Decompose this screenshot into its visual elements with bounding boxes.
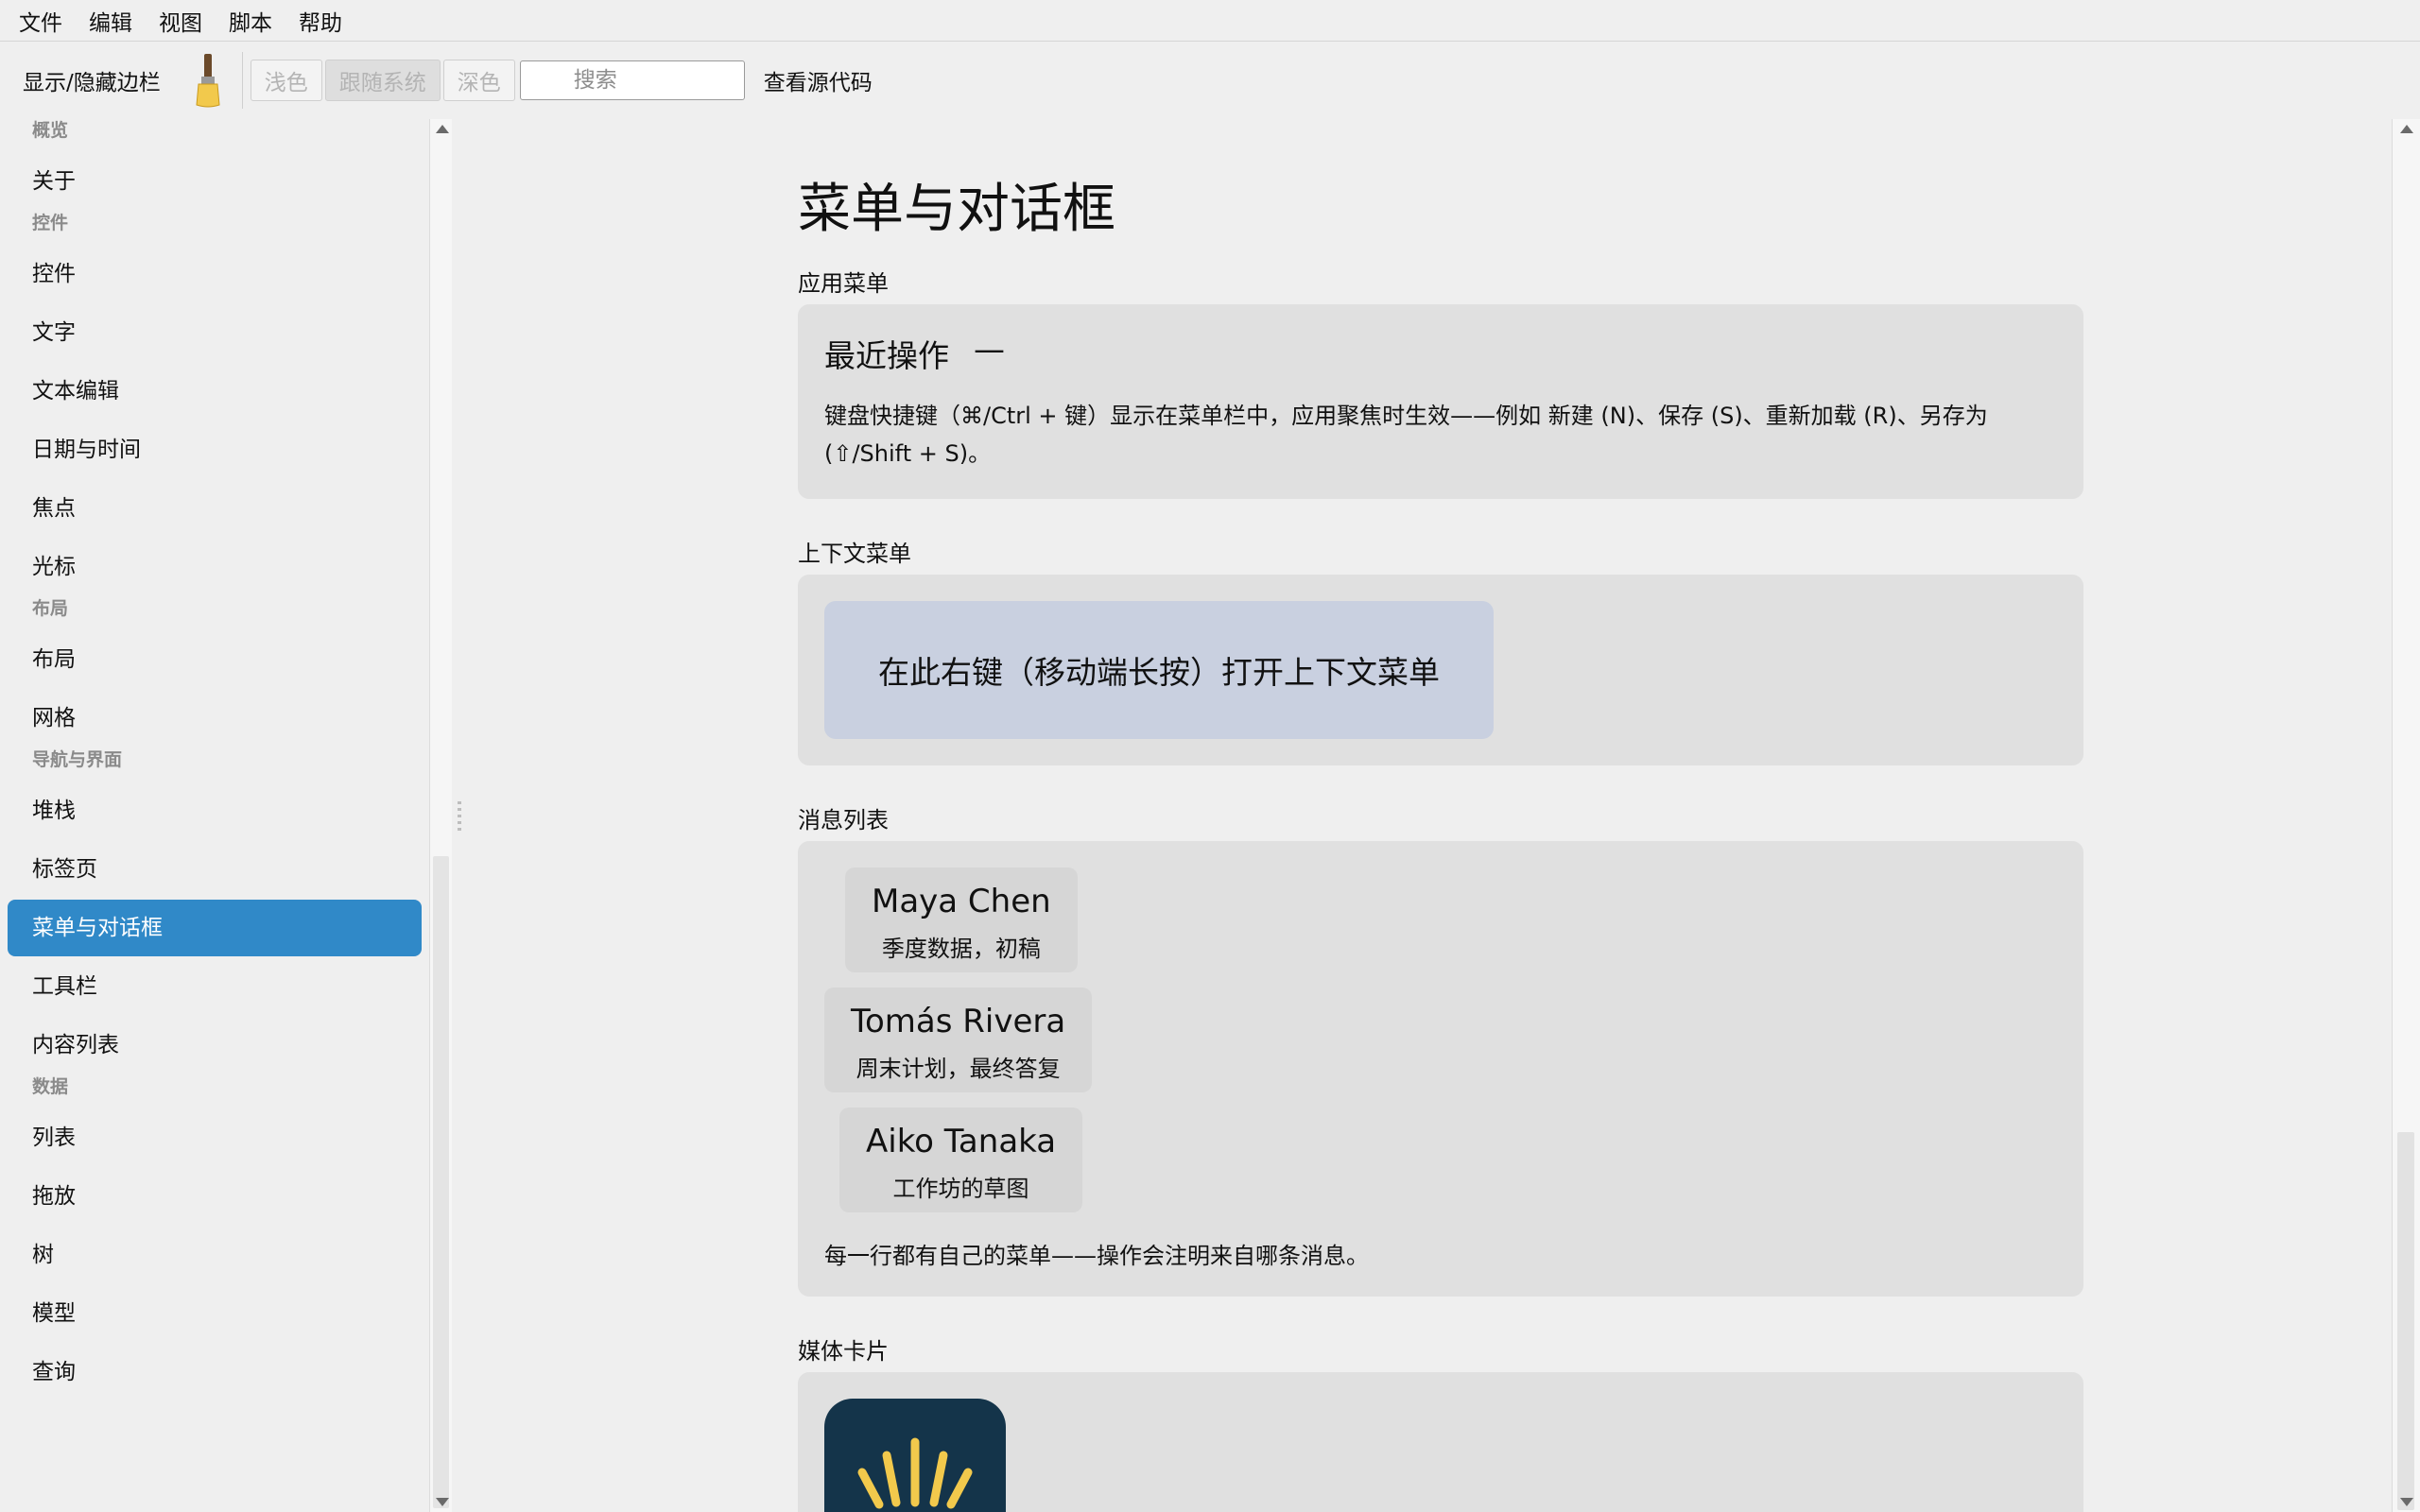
sidebar-item-stack[interactable]: 堆栈 bbox=[8, 782, 422, 839]
recent-action-label: 最近操作 bbox=[824, 337, 949, 374]
paintbrush-icon[interactable] bbox=[191, 52, 225, 109]
sidebar-item-tree[interactable]: 树 bbox=[8, 1227, 422, 1283]
media-card bbox=[798, 1372, 2083, 1512]
main-scroll-thumb[interactable] bbox=[2397, 1132, 2414, 1510]
sidebar-group-navigation: 导航与界面 bbox=[32, 749, 123, 770]
message-subject: 季度数据，初稿 bbox=[881, 936, 1041, 962]
menu-help[interactable]: 帮助 bbox=[299, 5, 355, 37]
sidebar-item-layout[interactable]: 布局 bbox=[8, 631, 422, 688]
message-sender: Tomás Rivera bbox=[851, 1003, 1066, 1040]
sidebar-item-tabs[interactable]: 标签页 bbox=[8, 841, 422, 898]
scroll-up-icon[interactable] bbox=[2400, 125, 2413, 133]
section-media-label: 媒体卡片 bbox=[798, 1338, 889, 1365]
app-menu-card: 最近操作 — 键盘快捷键（⌘/Ctrl + 键）显示在菜单栏中，应用聚焦时生效—… bbox=[798, 304, 2083, 499]
main-scrollbar[interactable] bbox=[2392, 119, 2420, 1512]
sidebar-item-cursor[interactable]: 光标 bbox=[8, 539, 422, 595]
main-content: 菜单与对话框 应用菜单 最近操作 — 键盘快捷键（⌘/Ctrl + 键）显示在菜… bbox=[461, 119, 2392, 1512]
sidebar-item-text-edit[interactable]: 文本编辑 bbox=[8, 363, 422, 420]
scroll-up-icon[interactable] bbox=[436, 125, 449, 133]
sidebar-group-overview: 概览 bbox=[32, 120, 69, 141]
sidebar-item-menus-dialogs[interactable]: 菜单与对话框 bbox=[8, 900, 422, 956]
toolbar-separator bbox=[241, 52, 243, 109]
sidebar-item-about[interactable]: 关于 bbox=[8, 153, 422, 210]
theme-dark-button[interactable]: 深色 bbox=[442, 60, 515, 101]
context-menu-target[interactable]: 在此右键（移动端长按）打开上下文菜单 bbox=[824, 601, 1494, 739]
sidebar-scroll-thumb[interactable] bbox=[433, 856, 449, 1508]
message-sender: Aiko Tanaka bbox=[866, 1123, 1057, 1160]
sidebar-item-focus[interactable]: 焦点 bbox=[8, 480, 422, 537]
context-menu-card: 在此右键（移动端长按）打开上下文菜单 bbox=[798, 575, 2083, 765]
message-row[interactable]: Tomás Rivera 周末计划，最终答复 bbox=[824, 988, 1093, 1092]
sidebar-item-text[interactable]: 文字 bbox=[8, 304, 422, 361]
sidebar-item-model[interactable]: 模型 bbox=[8, 1285, 422, 1342]
message-subject: 周末计划，最终答复 bbox=[856, 1056, 1061, 1082]
scroll-down-icon[interactable] bbox=[436, 1498, 449, 1506]
sidebar-item-datetime[interactable]: 日期与时间 bbox=[8, 421, 422, 478]
recent-action-value: — bbox=[974, 331, 1005, 368]
toolbar: 显示/隐藏边栏 浅色 跟随系统 深色 查看源代码 bbox=[0, 42, 2420, 119]
theme-system-button[interactable]: 跟随系统 bbox=[324, 60, 441, 101]
sidebar-item-list[interactable]: 列表 bbox=[8, 1109, 422, 1166]
section-context-menu-label: 上下文菜单 bbox=[798, 541, 911, 567]
sidebar-item-controls[interactable]: 控件 bbox=[8, 246, 422, 302]
sidebar-item-content-list[interactable]: 内容列表 bbox=[8, 1017, 422, 1074]
messages-note: 每一行都有自己的菜单——操作会注明来自哪条消息。 bbox=[824, 1243, 1369, 1269]
menu-edit[interactable]: 编辑 bbox=[89, 5, 146, 37]
messages-card: Maya Chen 季度数据，初稿 Tomás Rivera 周末计划，最终答复… bbox=[798, 841, 2083, 1297]
view-source-button[interactable]: 查看源代码 bbox=[764, 64, 873, 96]
sidebar-group-layout: 布局 bbox=[32, 598, 69, 619]
menu-bar: 文件 编辑 视图 脚本 帮助 bbox=[0, 0, 2420, 42]
toggle-sidebar-button[interactable]: 显示/隐藏边栏 bbox=[23, 64, 161, 96]
page-title: 菜单与对话框 bbox=[798, 179, 1115, 240]
sidebar-scrollbar[interactable] bbox=[429, 119, 452, 1512]
theme-light-button[interactable]: 浅色 bbox=[250, 60, 322, 101]
message-list: Maya Chen 季度数据，初稿 Tomás Rivera 周末计划，最终答复… bbox=[824, 868, 2057, 1228]
recent-action: 最近操作 — bbox=[824, 331, 2057, 376]
content-column: 菜单与对话框 应用菜单 最近操作 — 键盘快捷键（⌘/Ctrl + 键）显示在菜… bbox=[798, 119, 2083, 1512]
sun-icon bbox=[824, 1399, 1006, 1512]
search-input[interactable] bbox=[519, 60, 745, 100]
section-messages-label: 消息列表 bbox=[798, 807, 889, 833]
shortcut-description: 键盘快捷键（⌘/Ctrl + 键）显示在菜单栏中，应用聚焦时生效——例如 新建 … bbox=[824, 403, 1988, 467]
sidebar-item-toolbar[interactable]: 工具栏 bbox=[8, 958, 422, 1015]
message-row[interactable]: Aiko Tanaka 工作坊的草图 bbox=[839, 1108, 1083, 1212]
section-app-menu-label: 应用菜单 bbox=[798, 270, 889, 297]
sidebar-group-controls: 控件 bbox=[32, 213, 69, 233]
message-subject: 工作坊的草图 bbox=[892, 1176, 1029, 1202]
sidebar: 概览 关于 控件 控件 文字 文本编辑 日期与时间 焦点 光标 布局 布局 网格… bbox=[0, 119, 429, 1512]
menu-view[interactable]: 视图 bbox=[159, 5, 216, 37]
menu-file[interactable]: 文件 bbox=[19, 5, 76, 37]
sidebar-item-grid[interactable]: 网格 bbox=[8, 690, 422, 747]
menu-script[interactable]: 脚本 bbox=[229, 5, 285, 37]
scroll-down-icon[interactable] bbox=[2400, 1498, 2413, 1506]
message-sender: Maya Chen bbox=[872, 883, 1051, 920]
sidebar-item-query[interactable]: 查询 bbox=[8, 1344, 422, 1400]
sidebar-group-data: 数据 bbox=[32, 1076, 69, 1097]
sidebar-item-dragdrop[interactable]: 拖放 bbox=[8, 1168, 422, 1225]
message-row[interactable]: Maya Chen 季度数据，初稿 bbox=[845, 868, 1078, 972]
